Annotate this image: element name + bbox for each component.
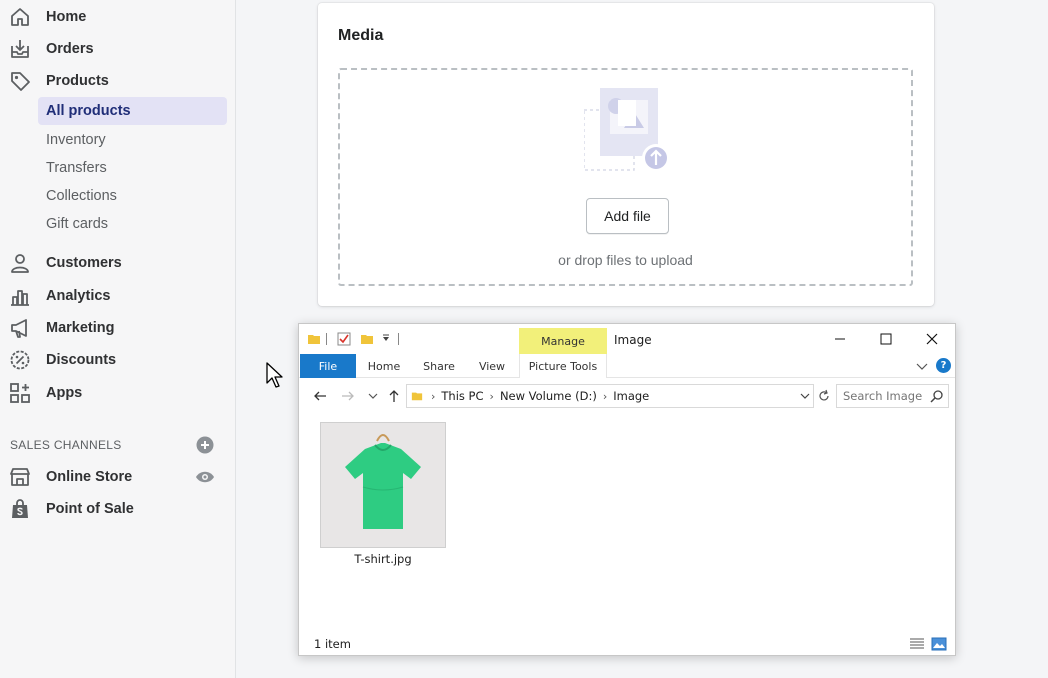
close-icon <box>926 333 938 345</box>
window-title: Image <box>614 333 652 347</box>
sidebar: Home Orders Products All products Invent… <box>0 0 236 678</box>
nav-label: Apps <box>46 385 83 401</box>
shopping-bag-icon <box>12 499 28 518</box>
sub-label: Gift cards <box>46 216 109 232</box>
maximize-button[interactable] <box>863 324 909 354</box>
nav-label: Point of Sale <box>46 501 134 517</box>
nav-point-of-sale[interactable]: Point of Sale <box>0 494 236 524</box>
breadcrumb-chevron-icon: › <box>602 389 608 403</box>
separator <box>326 333 327 345</box>
media-card: Media Add file or drop files to upload <box>318 3 934 306</box>
properties-icon[interactable] <box>337 332 351 346</box>
address-field[interactable]: › This PC › New Volume (D:) › Image <box>406 384 814 408</box>
sidebar-item-inventory[interactable]: Inventory <box>38 126 227 154</box>
tshirt-image-icon <box>345 434 421 529</box>
maximize-icon <box>880 333 892 345</box>
sidebar-item-collections[interactable]: Collections <box>38 182 227 210</box>
up-arrow-icon[interactable] <box>387 389 401 403</box>
nav-label: Marketing <box>46 320 115 336</box>
nav-orders[interactable]: Orders <box>0 34 236 64</box>
store-icon <box>10 468 30 486</box>
tab-home[interactable]: Home <box>361 354 407 378</box>
person-icon <box>11 254 29 273</box>
tab-share[interactable]: Share <box>415 354 463 378</box>
back-arrow-icon[interactable] <box>313 389 327 403</box>
discount-icon <box>10 350 30 370</box>
upload-illustration-icon <box>584 88 670 172</box>
minimize-button[interactable] <box>817 324 863 354</box>
apps-icon <box>10 383 30 403</box>
nav-label: Products <box>46 73 109 89</box>
sales-channels-heading: SALES CHANNELS <box>10 438 122 452</box>
chevron-down-icon[interactable] <box>915 359 929 373</box>
address-bar-row: › This PC › New Volume (D:) › Image <box>299 380 955 412</box>
nav-analytics[interactable]: Analytics <box>0 281 236 311</box>
close-button[interactable] <box>909 324 955 354</box>
media-dropzone[interactable]: Add file or drop files to upload <box>338 68 913 286</box>
breadcrumb-chevron-icon: › <box>489 389 494 403</box>
nav-label: Orders <box>46 41 94 57</box>
media-title: Media <box>338 27 384 44</box>
nav-home[interactable]: Home <box>0 2 236 32</box>
eye-icon[interactable] <box>195 470 215 484</box>
tag-icon <box>11 72 30 91</box>
add-file-button[interactable]: Add file <box>586 198 669 234</box>
explorer-titlebar[interactable]: Manage Image <box>299 324 955 354</box>
nav-discounts[interactable]: Discounts <box>0 345 236 375</box>
breadcrumb-image[interactable]: Image <box>613 389 649 403</box>
bar-chart-icon <box>11 290 29 306</box>
large-icons-view-icon[interactable] <box>931 637 947 651</box>
mouse-cursor-icon <box>266 362 283 388</box>
nav-products[interactable]: Products <box>0 66 236 96</box>
folder-icon <box>308 335 320 344</box>
tab-file[interactable]: File <box>300 354 356 378</box>
file-explorer-window: Manage Image File Home Share View Pictur… <box>298 323 956 656</box>
nav-label: Online Store <box>46 469 133 485</box>
sub-label: Collections <box>46 188 117 204</box>
address-dropdown-icon[interactable] <box>799 390 811 402</box>
file-name: T-shirt.jpg <box>354 552 412 566</box>
sub-label: All products <box>46 103 131 119</box>
tab-manage[interactable]: Manage <box>519 328 607 354</box>
sidebar-item-transfers[interactable]: Transfers <box>38 154 227 182</box>
separator <box>398 333 399 345</box>
new-folder-icon[interactable] <box>360 332 374 346</box>
file-thumbnail <box>320 422 446 548</box>
nav-label: Analytics <box>46 288 111 304</box>
refresh-icon[interactable] <box>817 389 831 403</box>
sidebar-item-all-products[interactable]: All products <box>38 97 227 125</box>
file-list: T-shirt.jpg <box>299 414 955 634</box>
nav-label: Customers <box>46 255 122 271</box>
sub-label: Transfers <box>46 160 107 176</box>
nav-label: Discounts <box>46 352 117 368</box>
customize-toolbar-icon[interactable] <box>379 332 393 346</box>
item-count: 1 item <box>314 637 351 651</box>
breadcrumb-this-pc[interactable]: This PC <box>441 389 483 403</box>
minimize-icon <box>835 338 845 340</box>
nav-apps[interactable]: Apps <box>0 378 236 408</box>
sidebar-item-gift-cards[interactable]: Gift cards <box>38 210 227 238</box>
nav-marketing[interactable]: Marketing <box>0 313 236 343</box>
sub-label: Inventory <box>46 132 106 148</box>
drop-hint: or drop files to upload <box>558 252 693 268</box>
nav-customers[interactable]: Customers <box>0 248 236 278</box>
details-view-icon[interactable] <box>909 637 925 651</box>
recent-locations-icon[interactable] <box>366 389 380 403</box>
orders-icon <box>11 40 29 58</box>
megaphone-icon <box>11 319 27 338</box>
file-item[interactable]: T-shirt.jpg <box>320 422 446 568</box>
tab-view[interactable]: View <box>471 354 513 378</box>
search-icon <box>930 390 943 403</box>
tab-picture-tools[interactable]: Picture Tools <box>519 354 607 378</box>
help-icon[interactable]: ? <box>936 358 951 373</box>
folder-icon <box>411 392 423 401</box>
ribbon-tabs: File Home Share View Picture Tools ? <box>299 354 955 378</box>
plus-circle-icon[interactable] <box>196 436 214 454</box>
breadcrumb-new-volume[interactable]: New Volume (D:) <box>500 389 597 403</box>
forward-arrow-icon[interactable] <box>341 389 355 403</box>
breadcrumb-chevron-icon: › <box>431 389 436 403</box>
status-bar: 1 item <box>299 632 955 656</box>
nav-label: Home <box>46 9 87 25</box>
home-icon <box>11 8 29 26</box>
